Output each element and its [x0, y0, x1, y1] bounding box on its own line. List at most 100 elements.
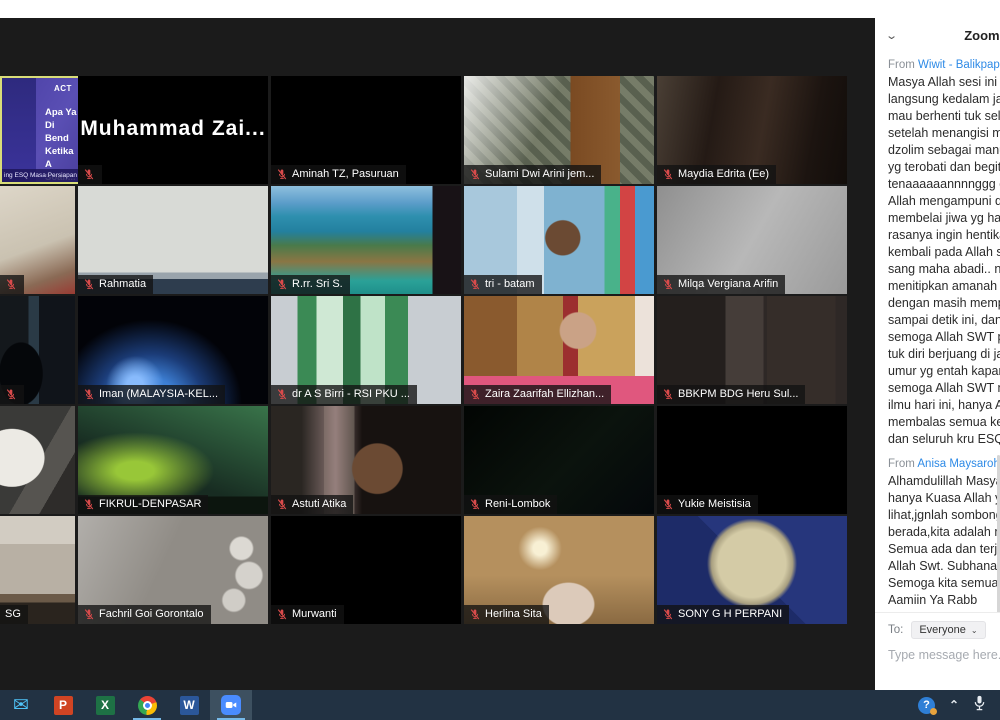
chat-message-line: membalas semua keb: [888, 414, 1000, 431]
video-tile-partial-left[interactable]: [0, 296, 75, 404]
show-hidden-icons-chevron[interactable]: ⌃: [949, 698, 959, 712]
taskbar-zoom-button[interactable]: [210, 690, 252, 720]
chat-message-line: Semoga kita semua s: [888, 575, 1000, 592]
chat-message-line: langsung kedalam ja: [888, 91, 1000, 108]
participant-name-tag: BBKPM BDG Heru Sul...: [657, 385, 805, 404]
video-tile-yukie[interactable]: Yukie Meistisia: [657, 406, 847, 514]
video-tile-sony[interactable]: SONY G H PERPANI: [657, 516, 847, 624]
participant-name-tag: Milqa Vergiana Arifin: [657, 275, 785, 294]
participant-name-large: Muhammad Zai...: [78, 117, 268, 141]
video-tile-fachril[interactable]: Fachril Goi Gorontalo: [78, 516, 268, 624]
video-tile-iman[interactable]: Iman (MALAYSIA-KEL...: [78, 296, 268, 404]
participant-name-tag: Reni-Lombok: [464, 495, 557, 514]
chat-message-line: yg terobati dan begit: [888, 159, 1000, 176]
muted-mic-icon: [276, 278, 288, 291]
chat-message-line: menitipkan amanah y: [888, 278, 1000, 295]
participant-name-label: Herlina Sita: [485, 608, 542, 621]
chat-title: Zoom G: [964, 28, 1000, 43]
message-input[interactable]: Type message here...: [888, 648, 1000, 662]
participant-name-label: Astuti Atika: [292, 498, 346, 511]
muted-mic-icon: [5, 278, 17, 291]
video-tile-zaira[interactable]: Zaira Zaarifah Ellizhan...: [464, 296, 654, 404]
participant-name-tag: Aminah TZ, Pasuruan: [271, 165, 406, 184]
microphone-tray-icon[interactable]: [973, 695, 986, 716]
video-tile-bbkpm[interactable]: BBKPM BDG Heru Sul...: [657, 296, 847, 404]
video-grid: ACTApa YaDi BendKetika ASoal....ing ESQ …: [0, 18, 875, 690]
muted-mic-icon: [5, 388, 17, 401]
muted-mic-icon: [276, 608, 288, 621]
participant-name-tag: [78, 165, 102, 184]
video-tile-sulami[interactable]: Sulami Dwi Arini jem...: [464, 76, 654, 184]
participant-name-label: Yukie Meistisia: [678, 498, 751, 511]
slide-footer-caption: ing ESQ Masa Persiapan Pensiun (M: [2, 169, 78, 182]
from-label: From: [888, 458, 917, 470]
slide-side-band: [2, 78, 36, 182]
participant-name-label: Fachril Goi Gorontalo: [99, 608, 204, 621]
participant-name-tag: Sulami Dwi Arini jem...: [464, 165, 601, 184]
chat-message-line: semoga Allah SWT p: [888, 329, 1000, 346]
taskbar-word-button[interactable]: W: [168, 690, 210, 720]
video-tile-fikrul[interactable]: FIKRUL-DENPASAR: [78, 406, 268, 514]
participant-name-label: Rahmatia: [99, 278, 146, 291]
muted-mic-icon: [469, 608, 481, 621]
video-tile-muhammad[interactable]: Muhammad Zai...: [78, 76, 268, 184]
taskbar-powerpoint-button[interactable]: P: [42, 690, 84, 720]
from-label: From: [888, 59, 918, 71]
sender-name: Wiwit - Balikpapan: [918, 59, 1000, 71]
video-tile-murwanti[interactable]: Murwanti: [271, 516, 461, 624]
participant-name-tag: Zaira Zaarifah Ellizhan...: [464, 385, 611, 404]
chat-panel: ⌄ Zoom G From Wiwit - Balikpapan Masya Al…: [875, 0, 1000, 690]
muted-mic-icon: [83, 278, 95, 291]
chat-message-line: dan seluruh kru ESQ: [888, 431, 1000, 448]
chat-message-line: mau berhenti tuk sela: [888, 108, 1000, 125]
video-tile-aminah[interactable]: Aminah TZ, Pasuruan: [271, 76, 461, 184]
chevron-down-icon[interactable]: ⌄: [885, 29, 898, 42]
video-tile-reni[interactable]: Reni-Lombok: [464, 406, 654, 514]
chat-composer: To: Everyone ⌄ Type message here...: [875, 612, 1000, 662]
participant-name-label: Aminah TZ, Pasuruan: [292, 168, 399, 181]
participant-name-label: dr A S Birri - RSI PKU ...: [292, 388, 410, 401]
muted-mic-icon: [276, 168, 288, 181]
video-tile-partial-left[interactable]: [0, 186, 75, 294]
video-tile-milqa[interactable]: Milqa Vergiana Arifin: [657, 186, 847, 294]
chat-message-line: dzolim sebagai manu: [888, 142, 1000, 159]
video-tile-maydia[interactable]: Maydia Edrita (Ee): [657, 76, 847, 184]
taskbar-chrome-button[interactable]: [126, 690, 168, 720]
top-strip: [0, 0, 1000, 19]
chat-message-line: lihat,jgnlah sombong: [888, 507, 1000, 524]
chat-header: ⌄ Zoom G: [875, 0, 1000, 49]
video-tile-rrr-sri[interactable]: R.rr. Sri S.: [271, 186, 461, 294]
shared-screen-tile[interactable]: ACTApa YaDi BendKetika ASoal....ing ESQ …: [0, 76, 80, 184]
participant-name-tag: Rahmatia: [78, 275, 153, 294]
taskbar-mail-button[interactable]: ✉: [0, 690, 42, 720]
video-tile-herlina[interactable]: Herlina Sita: [464, 516, 654, 624]
video-tile-partial-left[interactable]: [0, 406, 75, 514]
chat-message-line: Masya Allah sesi ini b: [888, 74, 1000, 91]
video-tile-tri-batam[interactable]: tri - batam: [464, 186, 654, 294]
word-icon: W: [180, 696, 199, 715]
muted-mic-icon: [662, 498, 674, 511]
chat-message-line: Alhamdulillah Masya: [888, 473, 1000, 490]
taskbar-excel-button[interactable]: X: [84, 690, 126, 720]
participant-name-tag: Astuti Atika: [271, 495, 353, 514]
muted-mic-icon: [83, 608, 95, 621]
participant-name-label: SONY G H PERPANI: [678, 608, 782, 621]
help-icon[interactable]: ?: [918, 697, 935, 714]
chat-message-line: hanya Kuasa Allah yg: [888, 490, 1000, 507]
muted-mic-icon: [469, 278, 481, 291]
video-tile-rahmatia[interactable]: Rahmatia: [78, 186, 268, 294]
video-tile-astuti[interactable]: Astuti Atika: [271, 406, 461, 514]
participant-name-tag: SONY G H PERPANI: [657, 605, 789, 624]
excel-icon: X: [96, 696, 115, 715]
participant-name-tag: FIKRUL-DENPASAR: [78, 495, 208, 514]
video-tile-partial-left[interactable]: SG: [0, 516, 75, 624]
recipient-dropdown[interactable]: Everyone ⌄: [911, 621, 985, 639]
chat-message-line: setelah menangisi me: [888, 125, 1000, 142]
chat-message-line: tenaaaaaannnnggg d: [888, 176, 1000, 193]
chat-message-line: tuk diri berjuang di ja: [888, 346, 1000, 363]
participant-name-tag: tri - batam: [464, 275, 542, 294]
participant-name-tag: Fachril Goi Gorontalo: [78, 605, 211, 624]
muted-mic-icon: [469, 388, 481, 401]
video-tile-birri[interactable]: dr A S Birri - RSI PKU ...: [271, 296, 461, 404]
chat-message: From Wiwit - Balikpapan Masya Allah sesi …: [888, 59, 1000, 448]
